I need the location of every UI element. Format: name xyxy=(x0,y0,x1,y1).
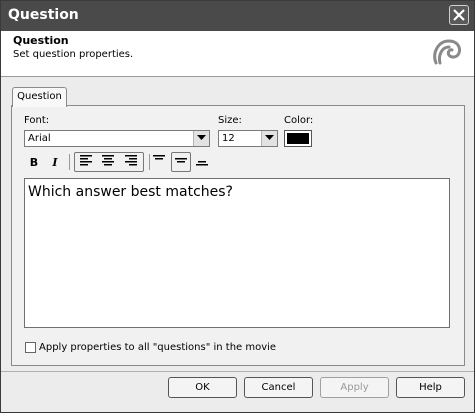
dialog-window: Question Question Set question propertie… xyxy=(0,0,475,413)
bold-button[interactable]: B xyxy=(25,154,43,171)
window-title: Question xyxy=(8,7,79,23)
apply-button[interactable]: Apply xyxy=(320,377,389,398)
font-value: Arial xyxy=(28,133,51,144)
size-label: Size: xyxy=(218,115,242,126)
cancel-button[interactable]: Cancel xyxy=(244,377,313,398)
ok-button[interactable]: OK xyxy=(168,377,237,398)
color-swatch-fill xyxy=(287,133,309,144)
button-bar-separator xyxy=(1,371,474,372)
align-left-icon xyxy=(80,155,92,166)
color-label: Color: xyxy=(284,115,314,126)
font-label: Font: xyxy=(24,115,50,126)
title-bar[interactable]: Question xyxy=(1,1,474,31)
toolbar-separator xyxy=(69,154,70,170)
align-right-button[interactable] xyxy=(122,154,140,171)
align-left-button[interactable] xyxy=(77,154,95,171)
close-button[interactable] xyxy=(449,5,469,25)
align-center-icon xyxy=(102,155,114,166)
align-middle-icon xyxy=(175,158,187,163)
tab-question[interactable]: Question xyxy=(12,87,67,107)
font-select[interactable]: Arial xyxy=(24,130,210,147)
align-middle-button[interactable] xyxy=(172,154,190,171)
help-button[interactable]: Help xyxy=(396,377,465,398)
close-icon xyxy=(453,9,465,21)
chevron-down-icon xyxy=(197,135,206,140)
chevron-down-icon xyxy=(265,135,274,140)
align-right-icon xyxy=(125,155,137,166)
app-logo-icon xyxy=(433,39,461,65)
apply-all-checkbox[interactable] xyxy=(25,342,36,353)
size-value: 12 xyxy=(222,133,235,144)
align-bottom-icon xyxy=(196,161,208,166)
align-center-button[interactable] xyxy=(99,154,117,171)
align-top-icon xyxy=(153,155,165,160)
question-properties-panel: Font: Arial Size: 12 Color: B I Which an… xyxy=(11,105,465,366)
apply-all-label[interactable]: Apply properties to all "questions" in t… xyxy=(39,342,276,353)
size-select[interactable]: 12 xyxy=(218,130,278,147)
dialog-header: Question Set question properties. xyxy=(1,31,474,77)
size-dropdown-arrow[interactable] xyxy=(261,131,277,146)
italic-button[interactable]: I xyxy=(46,154,64,171)
align-bottom-button[interactable] xyxy=(193,154,211,171)
color-picker[interactable] xyxy=(284,130,312,147)
align-top-button[interactable] xyxy=(150,154,168,171)
header-title: Question xyxy=(13,34,69,47)
font-dropdown-arrow[interactable] xyxy=(193,131,209,146)
question-text-editor[interactable]: Which answer best matches? xyxy=(24,178,450,328)
header-subtitle: Set question properties. xyxy=(13,49,134,60)
